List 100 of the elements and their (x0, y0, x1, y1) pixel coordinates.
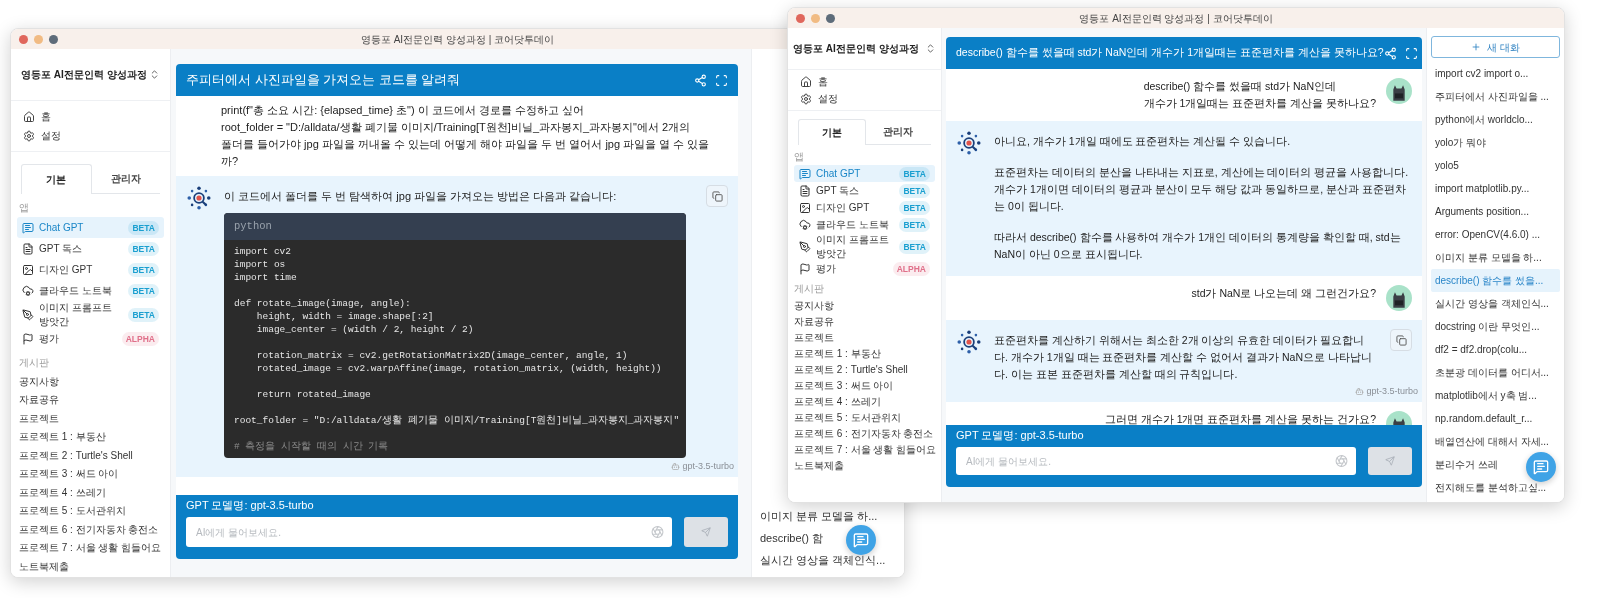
board-link[interactable]: 노트북제출 (19, 557, 162, 576)
chat-title: describe() 함수를 썼을때 std가 NaN인데 개수가 1개일때는 표준편차를 계산을 못하나요? (956, 45, 1384, 61)
zoom-window-button[interactable] (826, 13, 835, 23)
status-badge: ALPHA (892, 261, 930, 276)
history-item[interactable]: yolo가 뭐야 (1431, 131, 1560, 154)
fullscreen-icon[interactable] (1404, 46, 1418, 60)
tab[interactable]: 관리자 (91, 164, 160, 193)
aperture-icon (1335, 454, 1348, 468)
nav-link[interactable]: 홈 (41, 109, 51, 124)
app-menu-item[interactable]: 디자인 GPT BETA (794, 199, 935, 216)
tab[interactable]: 기본 (21, 164, 92, 194)
board-link[interactable]: 프로젝트 2 : Turtle's Shell (19, 446, 162, 465)
history-item[interactable]: python에서 worldclo... (1431, 108, 1560, 131)
app-menu-item[interactable]: 디자인 GPT BETA (17, 259, 164, 280)
user-message: std가 NaN로 나오는데 왜 그런건가요? (1191, 286, 1376, 301)
flag-icon (799, 262, 811, 275)
fullscreen-icon[interactable] (715, 73, 728, 87)
app-menu-item[interactable]: Chat GPT BETA (17, 217, 164, 238)
history-item[interactable]: 실시간 영상을 객체인식... (1431, 292, 1560, 315)
history-item[interactable]: 초분광 데이터를 어디서... (1431, 361, 1560, 384)
app-menu-item[interactable]: 평가 ALPHA (17, 328, 164, 349)
history-item[interactable]: 배열연산에 대해서 자세... (1431, 430, 1560, 453)
app-menu-item[interactable]: 이미지 프롬프트 방앗간 BETA (794, 233, 935, 260)
board-link[interactable]: 프로젝트 2 : Turtle's Shell (794, 361, 935, 377)
history-item[interactable]: np.random.default_r... (1431, 407, 1560, 430)
share-icon[interactable] (1383, 46, 1397, 60)
history-item[interactable]: yolo5 (1431, 154, 1560, 177)
nav-link[interactable]: 설정 (41, 128, 61, 143)
message-input[interactable]: AI에게 물어보세요. (956, 447, 1356, 475)
history-item[interactable]: 실시간 영상을 객체인식... (756, 549, 900, 571)
copy-button[interactable] (706, 185, 728, 207)
chevron-updown-icon[interactable] (149, 69, 160, 80)
history-item[interactable]: Arguments position... (1431, 200, 1560, 223)
history-item[interactable]: import matplotlib.py... (1431, 177, 1560, 200)
assistant-message: 표준편차는 데이터의 분산을 나타내는 지표로, 계산에는 데이터의 평균을 사용합니다. 개수가 1개이면 데이터의 평균과 분산이 모두 해당 값과 동일하므로, 분산과 표준편차는 0이 됩니다. (994, 165, 1410, 214)
close-window-button[interactable] (19, 34, 28, 44)
board-link[interactable]: 프로젝트 1 : 부동산 (19, 427, 162, 446)
board-link[interactable]: 프로젝트 7 : 서울 생활 힘들어요 (794, 441, 935, 457)
message-input[interactable]: AI에게 물어보세요. (186, 517, 672, 547)
board-link[interactable]: 프로젝트 (19, 409, 162, 428)
board-link[interactable]: 공지사항 (794, 297, 935, 313)
copy-button[interactable] (1390, 329, 1412, 351)
board-link[interactable]: 프로젝트 7 : 서울 생활 힘들어요 (19, 538, 162, 557)
history-item[interactable]: 주피터에서 사진파일을 ... (1431, 85, 1560, 108)
history-item[interactable]: 분리수거 쓰레 (1431, 453, 1560, 476)
history-item[interactable]: error: OpenCV(4.6.0) ... (1431, 223, 1560, 246)
tab[interactable]: 기본 (798, 119, 866, 145)
history-item[interactable]: import cv2 import o... (1431, 62, 1560, 85)
board-link[interactable]: 노트북제출 (794, 457, 935, 473)
board-link[interactable]: 프로젝트 3 : 써드 아이 (19, 464, 162, 483)
minimize-window-button[interactable] (811, 13, 820, 23)
code-comment: # 측정을 시작할 때의 시간 기록 (234, 440, 390, 453)
tab[interactable]: 관리자 (865, 119, 931, 144)
board-link[interactable]: 프로젝트 6 : 전기자동차 충전소 (794, 425, 935, 441)
history-item[interactable]: 이미지 분류 모델을 하... (1431, 246, 1560, 269)
history-item[interactable]: df2 = df2.drop(colu... (1431, 338, 1560, 361)
board-link[interactable]: 자료공유 (19, 390, 162, 409)
history-item[interactable]: describe() 함 (756, 527, 900, 549)
organization-name: 영등포 AI전문인력 양성과정 (793, 42, 919, 56)
nav-link[interactable]: 설정 (818, 91, 838, 106)
share-icon[interactable] (694, 73, 707, 87)
board-link[interactable]: 프로젝트 5 : 도서관위치 (19, 501, 162, 520)
settings-icon (23, 129, 35, 142)
history-item[interactable]: matplotlib에서 y축 범... (1431, 384, 1560, 407)
close-window-button[interactable] (796, 13, 805, 23)
history-item[interactable]: docstring 이란 무엇인... (1431, 315, 1560, 338)
app-menu-item[interactable]: 이미지 프롬프트 방앗간 BETA (17, 301, 164, 328)
robot-icon (1355, 387, 1365, 397)
assistant-message: 이 코드에서 폴더를 두 번 탐색하여 jpg 파일을 가져오는 방법은 다음과 같습니다: (224, 189, 618, 204)
cloud-icon (22, 284, 34, 297)
history-item[interactable]: 이미지 분류 모델을 하... (756, 505, 900, 527)
board-link[interactable]: 프로젝트 5 : 도서관위치 (794, 409, 935, 425)
status-badge: BETA (899, 166, 930, 181)
board-link[interactable]: 프로젝트 4 : 쓰레기 (794, 393, 935, 409)
user-message: 그러면 개수가 1개면 표준편차를 계산을 못하는 건가요? (1104, 411, 1376, 425)
assistant-message: 아니요, 개수가 1개일 때에도 표준편차는 계산될 수 있습니다. (994, 134, 1292, 149)
history-item[interactable]: describe() 함수를 썼을... (1431, 269, 1560, 292)
section-heading: 앱 (18, 201, 30, 215)
board-link[interactable]: 프로젝트 4 : 쓰레기 (19, 483, 162, 502)
minimize-window-button[interactable] (34, 34, 43, 44)
board-link[interactable]: 프로젝트 (794, 329, 935, 345)
nav-link[interactable]: 홈 (818, 74, 828, 89)
board-link[interactable]: 프로젝트 6 : 전기자동차 충전소 (19, 520, 162, 539)
board-link[interactable]: 프로젝트 3 : 써드 아이 (794, 377, 935, 393)
copy-icon (711, 190, 723, 202)
dotted-magnifier-icon (956, 329, 982, 355)
app-menu-item[interactable]: 클라우드 노트북 BETA (17, 280, 164, 301)
app-menu-item[interactable]: Chat GPT BETA (794, 165, 935, 182)
app-menu-item[interactable]: 클라우드 노트북 BETA (794, 216, 935, 233)
board-link[interactable]: 프로젝트 1 : 부동산 (794, 345, 935, 361)
new-chat-button[interactable]: 새 대화 (1431, 36, 1560, 58)
app-menu-item[interactable]: GPT 독스 BETA (17, 238, 164, 259)
zoom-window-button[interactable] (49, 34, 58, 44)
app-menu-item[interactable]: 평가 ALPHA (794, 260, 935, 277)
code-line: height, width = image.shape[:2] (255, 310, 435, 323)
chevron-updown-icon[interactable] (925, 43, 936, 54)
board-link[interactable]: 자료공유 (794, 313, 935, 329)
history-item[interactable]: 전지해도를 분석하고싶... (1431, 476, 1560, 499)
board-link[interactable]: 공지사항 (19, 372, 162, 391)
app-menu-item[interactable]: GPT 독스 BETA (794, 182, 935, 199)
